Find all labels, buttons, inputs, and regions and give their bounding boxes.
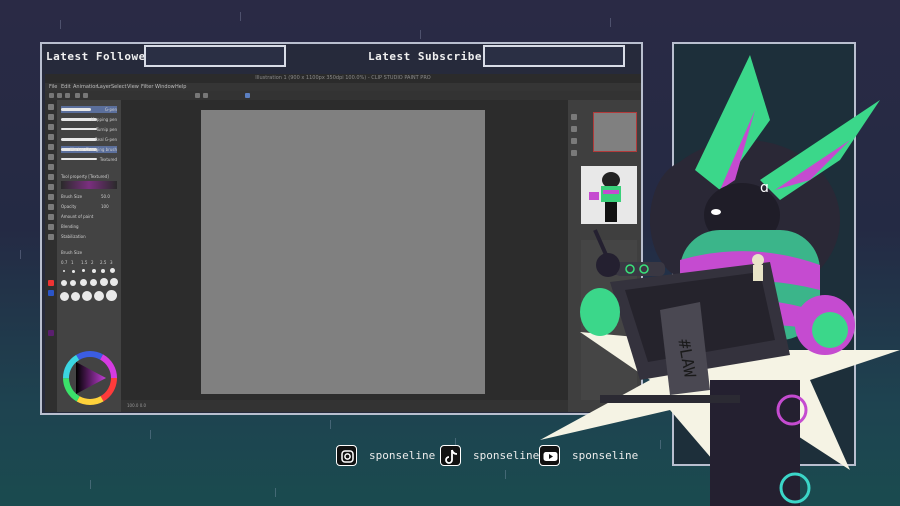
brush-item[interactable]: Marker Changing brush [61,146,117,153]
menu-filter[interactable]: Filter [141,83,153,91]
sub-tool-panel: G-pen Mapping pen Turnip pen Real G-pen … [57,100,121,412]
menu-select[interactable]: Select [111,83,126,91]
brush-size-panel-title: Brush Size [61,250,83,255]
brush-item[interactable]: Turnip pen [61,126,117,133]
tiktok-handle: sponseline [473,449,540,462]
svg-text:ɑ: ɑ [760,180,769,196]
amount-label: Amount of paint [61,214,94,219]
menu-help[interactable]: Help [175,83,186,91]
youtube-handle: sponseline [572,449,639,462]
tiktok-icon [440,445,461,466]
menu-animation[interactable]: Animation [73,83,99,91]
pen-tool-icon[interactable] [48,144,54,150]
current-color-swatch[interactable] [48,330,54,336]
drawing-canvas[interactable] [201,110,485,394]
youtube-icon [539,445,560,466]
zoom-tool-icon[interactable] [48,104,54,110]
eraser-tool-icon[interactable] [48,184,54,190]
brush-tool-icon[interactable] [48,164,54,170]
vtuber-character-illustration: ɑ #LAW [540,55,900,506]
airbrush-tool-icon[interactable] [48,174,54,180]
eyedropper-tool-icon[interactable] [48,134,54,140]
new-file-icon[interactable] [49,93,54,98]
menu-file[interactable]: File [49,83,57,91]
sub-color-swatch[interactable] [48,290,54,296]
main-color-swatch[interactable] [48,280,54,286]
blending-label: Blending [61,224,79,229]
brush-size-label: Brush Size [61,194,83,199]
latest-follower-label: Latest Follower: [46,50,160,63]
transform-icon[interactable] [195,93,200,98]
latest-follower-box [144,45,286,67]
instagram-icon [336,445,357,466]
open-file-icon[interactable] [57,93,62,98]
brush-item[interactable]: Textured [61,156,117,163]
color-wheel[interactable] [62,350,118,406]
brush-item[interactable]: Real G-pen [61,136,117,143]
opacity-label: Opacity [61,204,77,209]
stabilization-label: Stabilization [61,234,86,239]
latest-subscriber-label: Latest Subscriber: [368,50,497,63]
snap-icon[interactable] [203,93,208,98]
undo-icon[interactable] [75,93,80,98]
brush-size-value[interactable]: 50.0 [101,194,110,199]
instagram-handle: sponseline [369,449,436,462]
menu-edit[interactable]: Edit [61,83,71,91]
menu-layer[interactable]: Layer [97,83,111,91]
save-icon[interactable] [65,93,70,98]
menu-view[interactable]: View [127,83,139,91]
fill-tool-icon[interactable] [48,204,54,210]
ruler-icon[interactable] [245,93,250,98]
status-bar: 100.0 0.0 [121,400,568,412]
tool-property-title: Tool property [Textured] [61,174,109,179]
text-tool-icon[interactable] [48,234,54,240]
selection-tool-icon[interactable] [48,124,54,130]
canvas-area [121,100,568,400]
figure-tool-icon[interactable] [48,224,54,230]
tool-strip [45,100,57,412]
brush-item[interactable]: Mapping pen [61,116,117,123]
brush-item[interactable]: G-pen [61,106,117,113]
opacity-value[interactable]: 100 [101,204,109,209]
redo-icon[interactable] [83,93,88,98]
pencil-tool-icon[interactable] [48,154,54,160]
gradient-tool-icon[interactable] [48,214,54,220]
menu-window[interactable]: Window [155,83,175,91]
blend-tool-icon[interactable] [48,194,54,200]
brush-preview [61,181,117,189]
move-tool-icon[interactable] [48,114,54,120]
